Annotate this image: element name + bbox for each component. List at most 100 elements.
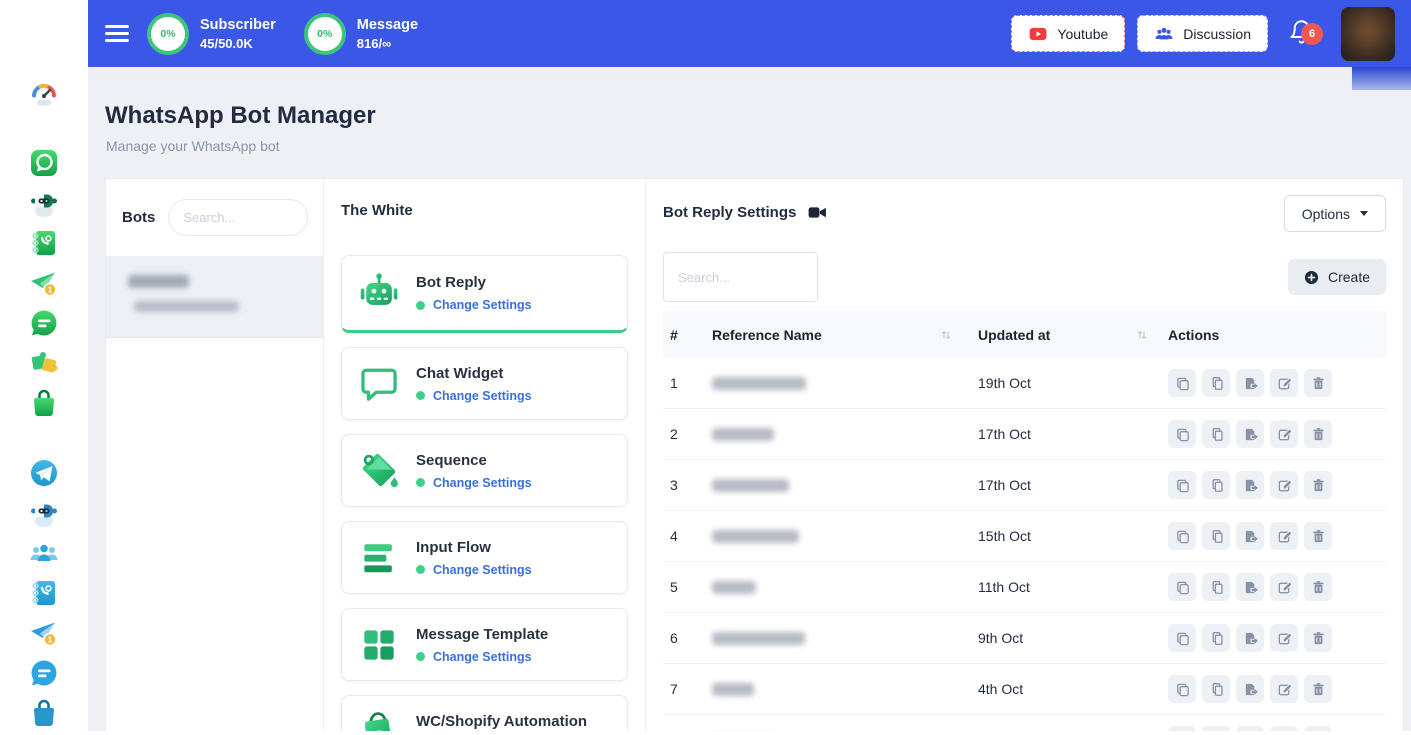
copy-button[interactable] (1168, 726, 1196, 731)
edit-icon (1277, 529, 1292, 544)
sidebar-item-whatsapp-contacts[interactable] (27, 229, 61, 261)
integration-icon (28, 347, 60, 384)
clone-button[interactable] (1202, 471, 1230, 499)
clone-button[interactable] (1202, 624, 1230, 652)
reference-name-redacted (712, 581, 756, 594)
card-chat-widget[interactable]: Chat Widget Change Settings (341, 347, 628, 420)
sidebar-item-whatsapp-store[interactable] (27, 389, 61, 421)
export-button[interactable] (1236, 726, 1264, 731)
clone-button[interactable] (1202, 522, 1230, 550)
export-button[interactable] (1236, 420, 1264, 448)
card-input-flow[interactable]: Input Flow Change Settings (341, 521, 628, 594)
edit-button[interactable] (1270, 726, 1298, 731)
sidebar-item-dashboard[interactable] (27, 81, 61, 113)
sidebar-item-whatsapp-broadcast[interactable]: 1 (27, 269, 61, 301)
status-dot (416, 652, 425, 661)
clone-button[interactable] (1202, 573, 1230, 601)
copy-button[interactable] (1168, 369, 1196, 397)
bot-list-item-selected[interactable] (106, 256, 323, 338)
sidebar-item-whatsapp[interactable] (27, 149, 61, 181)
clone-button[interactable] (1202, 420, 1230, 448)
copy-button[interactable] (1168, 420, 1196, 448)
copy-button[interactable] (1168, 522, 1196, 550)
sidebar-item-telegram-chat[interactable] (27, 659, 61, 691)
clone-icon (1209, 682, 1224, 697)
copy-button[interactable] (1168, 624, 1196, 652)
options-button[interactable]: Options (1284, 195, 1386, 232)
card-title: Sequence (416, 452, 532, 469)
video-camera-icon (808, 205, 827, 220)
bot-name-redacted (128, 275, 189, 288)
sidebar-item-telegram-store[interactable] (27, 699, 61, 731)
edit-button[interactable] (1270, 522, 1298, 550)
copy-icon (1175, 427, 1190, 442)
copy-button[interactable] (1168, 675, 1196, 703)
sort-icon[interactable] (1136, 329, 1148, 341)
reply-search-input[interactable] (663, 252, 818, 302)
sidebar-item-telegram[interactable] (27, 459, 61, 491)
col-updated-at[interactable]: Updated at (978, 327, 1050, 343)
card-sequence[interactable]: Sequence Change Settings (341, 434, 628, 507)
change-settings-link[interactable]: Change Settings (433, 563, 532, 577)
sidebar-item-telegram-contacts[interactable] (27, 579, 61, 611)
delete-button[interactable] (1304, 624, 1332, 652)
card-wc-shopify-automation[interactable]: S WC/Shopify Automation Change Settings (341, 695, 628, 731)
delete-button[interactable] (1304, 369, 1332, 397)
reference-name-redacted (712, 479, 789, 492)
edit-button[interactable] (1270, 624, 1298, 652)
edit-button[interactable] (1270, 420, 1298, 448)
edit-button[interactable] (1270, 369, 1298, 397)
change-settings-link[interactable]: Change Settings (433, 650, 532, 664)
sidebar-item-telegram-group[interactable] (27, 539, 61, 571)
youtube-button[interactable]: Youtube (1011, 15, 1125, 52)
bots-search-input[interactable] (168, 199, 308, 236)
notifications-button[interactable]: 6 (1288, 19, 1315, 49)
svg-text:1: 1 (48, 634, 53, 644)
change-settings-link[interactable]: Change Settings (433, 476, 532, 490)
clone-button[interactable] (1202, 369, 1230, 397)
export-button[interactable] (1236, 522, 1264, 550)
delete-button[interactable] (1304, 726, 1332, 731)
table-row: 5 11th Oct (663, 562, 1386, 613)
export-button[interactable] (1236, 573, 1264, 601)
delete-button[interactable] (1304, 573, 1332, 601)
clone-button[interactable] (1202, 675, 1230, 703)
plus-circle-icon (1304, 270, 1319, 285)
discussion-button[interactable]: Discussion (1137, 15, 1268, 52)
change-settings-link[interactable]: Change Settings (433, 298, 532, 312)
whatsapp-broadcast-icon: 1 (28, 267, 60, 304)
export-button[interactable] (1236, 624, 1264, 652)
sort-icon[interactable] (940, 329, 952, 341)
sidebar-item-telegram-bot[interactable] (27, 499, 61, 531)
reference-name-redacted (712, 683, 754, 696)
sidebar-item-telegram-broadcast[interactable]: 1 (27, 619, 61, 651)
export-button[interactable] (1236, 471, 1264, 499)
delete-button[interactable] (1304, 675, 1332, 703)
delete-button[interactable] (1304, 420, 1332, 448)
user-avatar[interactable] (1341, 7, 1395, 61)
col-reference-name[interactable]: Reference Name (712, 327, 822, 343)
youtube-icon (1028, 26, 1048, 42)
updated-at: 17th Oct (972, 477, 1168, 493)
card-bot-reply[interactable]: Bot Reply Change Settings (341, 255, 628, 333)
copy-button[interactable] (1168, 471, 1196, 499)
delete-button[interactable] (1304, 522, 1332, 550)
sidebar-item-whatsapp-bot[interactable] (27, 189, 61, 221)
copy-button[interactable] (1168, 573, 1196, 601)
card-message-template[interactable]: Message Template Change Settings (341, 608, 628, 681)
menu-toggle-button[interactable] (105, 25, 129, 41)
telegram-chat-icon (28, 657, 60, 694)
clone-icon (1209, 478, 1224, 493)
change-settings-link[interactable]: Change Settings (433, 389, 532, 403)
delete-button[interactable] (1304, 471, 1332, 499)
clone-button[interactable] (1202, 726, 1230, 731)
sidebar-item-integration[interactable] (27, 349, 61, 381)
reference-name-redacted (712, 632, 805, 645)
sidebar-item-whatsapp-chat[interactable] (27, 309, 61, 341)
edit-button[interactable] (1270, 675, 1298, 703)
create-button[interactable]: Create (1288, 259, 1386, 295)
edit-button[interactable] (1270, 573, 1298, 601)
export-button[interactable] (1236, 675, 1264, 703)
edit-button[interactable] (1270, 471, 1298, 499)
export-button[interactable] (1236, 369, 1264, 397)
